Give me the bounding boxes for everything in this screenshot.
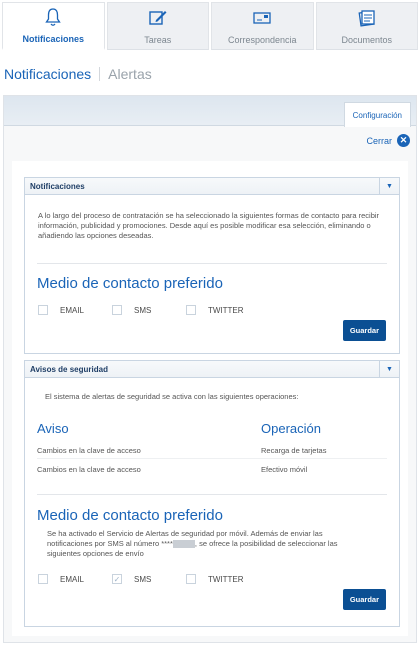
tab-tareas[interactable]: Tareas [106,2,209,50]
twitter-checkbox[interactable] [186,305,196,315]
chevron-down-icon[interactable]: ▼ [379,178,399,194]
email-label: EMAIL [60,574,85,584]
sms-checkbox[interactable] [112,305,122,315]
divider [37,494,387,495]
info-line-2b: , se ofrece la posibilidad de selecciona… [194,539,338,548]
chevron-down-icon[interactable]: ▼ [379,361,399,377]
twitter-label: TWITTER [208,305,244,315]
card-title: Avisos de seguridad [30,364,108,374]
top-tab-bar: Notificaciones Tareas Correspondencia Do… [2,2,418,50]
info-line-3: siguientes opciones de envío [47,549,144,558]
avisos-sms-info: Se ha activado el Servicio de Alertas de… [47,529,392,559]
email-option[interactable]: EMAIL [38,574,84,584]
close-button[interactable]: Cerrar ✕ [366,134,410,147]
subnav-alertas[interactable]: Alertas [108,66,152,82]
email-checkbox[interactable] [38,574,48,584]
sms-option[interactable]: ✓ SMS [112,574,151,584]
notificaciones-card: Notificaciones ▼ A lo largo del proceso … [24,177,400,354]
panel-content: Notificaciones ▼ A lo largo del proceso … [12,161,408,636]
panel-header: Configuración [4,96,416,127]
operacion-row-2: Efectivo móvil [261,465,308,474]
configuracion-tab[interactable]: Configuración [343,102,411,127]
email-option[interactable]: EMAIL [38,305,84,315]
operacion-row-1: Recarga de tarjetas [261,446,327,455]
masked-phone-number [172,540,195,549]
avisos-intro: El sistema de alertas de seguridad se ac… [45,392,299,401]
tab-label: Tareas [144,35,172,45]
tab-documentos[interactable]: Documentos [315,2,418,50]
email-checkbox[interactable] [38,305,48,315]
sms-option[interactable]: SMS [112,305,151,315]
subnav-divider [99,67,101,81]
notificaciones-card-header[interactable]: Notificaciones ▼ [25,178,399,195]
aviso-row-1: Cambios en la clave de acceso [37,446,141,455]
sms-label: SMS [134,305,152,315]
letter-icon [252,7,272,29]
guardar-button[interactable]: Guardar [342,589,386,610]
avisos-card-header[interactable]: Avisos de seguridad ▼ [25,361,399,378]
tab-notificaciones[interactable]: Notificaciones [2,2,105,50]
card-title: Notificaciones [30,181,85,191]
sms-label: SMS [134,574,152,584]
tab-label: Documentos [341,35,393,45]
notificaciones-intro: A lo largo del proceso de contratación s… [38,211,380,240]
aviso-column-heading: Aviso [37,421,69,436]
documents-icon [357,7,377,29]
twitter-checkbox[interactable] [186,574,196,584]
avisos-seguridad-card: Avisos de seguridad ▼ El sistema de aler… [24,360,400,627]
row-divider [37,458,387,459]
tab-label: Notificaciones [22,34,84,44]
operacion-column-heading: Operación [261,421,321,436]
settings-panel: Configuración Cerrar ✕ Notificaciones ▼ … [3,95,417,643]
info-line-1: Se ha activado el Servicio de Alertas de… [47,529,323,538]
info-line-2a: notificaciones por SMS al número **** [47,539,173,548]
info-line-2: notificaciones por SMS al número **** , s… [47,539,392,549]
close-icon: ✕ [397,134,410,147]
medio-contacto-heading: Medio de contacto preferido [37,507,223,524]
twitter-option[interactable]: TWITTER [186,574,244,584]
medio-contacto-heading: Medio de contacto preferido [37,275,223,292]
bell-icon [45,6,61,28]
guardar-button[interactable]: Guardar [342,320,386,341]
twitter-option[interactable]: TWITTER [186,305,244,315]
aviso-row-2: Cambios en la clave de acceso [37,465,141,474]
twitter-label: TWITTER [208,574,244,584]
sub-navigation: Notificaciones Alertas [4,66,152,82]
edit-icon [148,7,168,29]
email-label: EMAIL [60,305,85,315]
tab-correspondencia[interactable]: Correspondencia [211,2,314,50]
subnav-notificaciones[interactable]: Notificaciones [4,66,91,82]
divider [37,263,387,264]
close-label: Cerrar [366,135,392,146]
tab-label: Correspondencia [227,35,297,45]
sms-checkbox[interactable]: ✓ [112,574,122,584]
